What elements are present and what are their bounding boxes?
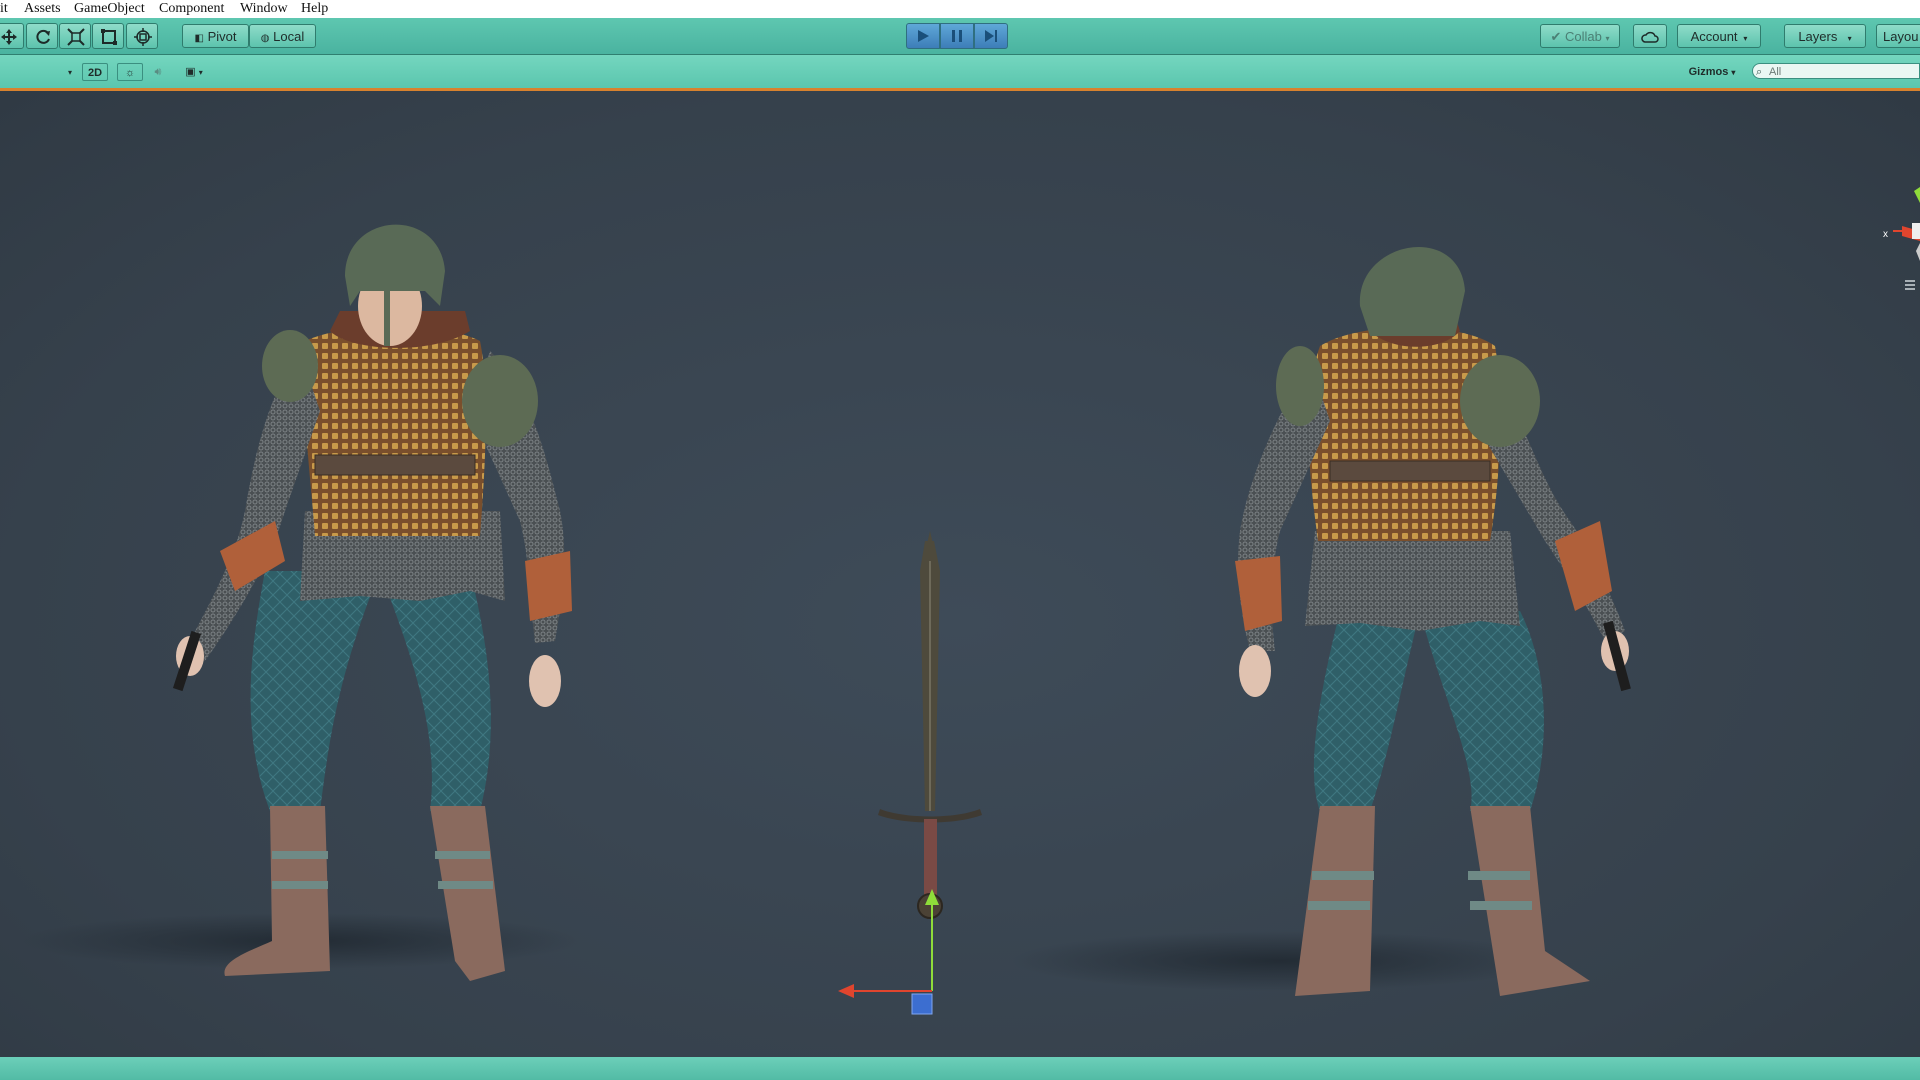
- svg-text:x: x: [1883, 229, 1888, 240]
- rotate-icon: [36, 29, 50, 44]
- globe-icon: ◍: [260, 33, 270, 44]
- menu-edit[interactable]: it: [0, 0, 8, 17]
- local-label: Local: [273, 29, 305, 44]
- orientation-gizmo[interactable]: x: [1883, 187, 1920, 290]
- pivot-label: Pivot: [207, 29, 237, 44]
- collab-dropdown[interactable]: ✔ Collab ▾: [1540, 24, 1620, 48]
- character-back-view[interactable]: [1010, 247, 1631, 996]
- menu-component[interactable]: Component: [159, 0, 224, 17]
- audio-toggle-button[interactable]: 🔊︎: [145, 63, 171, 81]
- account-label: Account: [1690, 29, 1738, 44]
- pause-button[interactable]: [940, 23, 974, 49]
- collab-label: Collab: [1565, 29, 1602, 44]
- layout-dropdown[interactable]: Layou: [1876, 24, 1920, 48]
- check-icon: ✔: [1550, 29, 1562, 44]
- layout-label: Layou: [1883, 29, 1919, 44]
- play-button[interactable]: [906, 23, 940, 49]
- rotate-tool-button[interactable]: [26, 23, 58, 49]
- speaker-icon: 🔊︎: [154, 66, 162, 78]
- main-toolbar: ◧ Pivot ◍ Local ✔ Collab ▾ Account ▾ Lay…: [0, 18, 1920, 55]
- cloud-icon: [1641, 31, 1659, 43]
- 2d-toggle-button[interactable]: 2D: [82, 63, 108, 81]
- scene-render: x: [20, 187, 1920, 1015]
- character-front-view[interactable]: [20, 224, 580, 981]
- chevron-down-icon: ▾: [1840, 34, 1852, 43]
- sun-icon: ☼: [124, 67, 136, 79]
- 2d-label: 2D: [87, 67, 103, 79]
- scale-icon: [67, 28, 85, 46]
- chevron-down-icon: ▾: [198, 68, 203, 77]
- chevron-down-icon: ▾: [1741, 34, 1748, 43]
- menu-assets[interactable]: Assets: [24, 0, 61, 17]
- effects-dropdown[interactable]: ▣ ▾: [175, 63, 213, 81]
- menu-gameobject[interactable]: GameObject: [74, 0, 145, 17]
- image-icon: ▣: [185, 66, 196, 78]
- gizmos-label: Gizmos: [1688, 66, 1729, 78]
- play-icon: [918, 30, 929, 42]
- account-dropdown[interactable]: Account ▾: [1677, 24, 1761, 48]
- menu-window[interactable]: Window: [240, 0, 288, 17]
- rect-tool-button[interactable]: [92, 23, 124, 49]
- gizmos-dropdown[interactable]: Gizmos ▾: [1684, 63, 1740, 81]
- scene-toolbar: ▾ 2D ☼ 🔊︎ ▣ ▾ Gizmos ▾ ⌕ All: [0, 55, 1920, 91]
- chevron-down-icon: ▾: [1605, 34, 1610, 43]
- shading-mode-dropdown[interactable]: ▾: [0, 63, 76, 81]
- transform-tool-button[interactable]: [126, 23, 158, 49]
- local-toggle-button[interactable]: ◍ Local: [249, 24, 316, 48]
- layers-dropdown[interactable]: Layers ▾: [1784, 24, 1866, 48]
- scene-viewport[interactable]: x: [0, 91, 1920, 1057]
- status-bar: [0, 1057, 1920, 1080]
- lighting-toggle-button[interactable]: ☼: [117, 63, 143, 81]
- layers-label: Layers: [1798, 29, 1838, 44]
- cloud-button[interactable]: [1633, 24, 1667, 48]
- pivot-toggle-button[interactable]: ◧ Pivot: [182, 24, 249, 48]
- search-icon: ⌕: [1756, 66, 1763, 78]
- menu-bar: it Assets GameObject Component Window He…: [0, 0, 1920, 18]
- chevron-down-icon: ▾: [67, 68, 72, 77]
- move-tool-button[interactable]: [0, 23, 24, 49]
- sword-model[interactable]: [878, 531, 982, 919]
- pivot-icon: ◧: [194, 33, 204, 44]
- step-button[interactable]: [974, 23, 1008, 49]
- scale-tool-button[interactable]: [59, 23, 91, 49]
- scene-search-input[interactable]: ⌕ All: [1752, 63, 1920, 79]
- menu-help[interactable]: Help: [301, 0, 328, 17]
- step-icon: [985, 30, 997, 42]
- rect-transform-icon: [101, 29, 117, 45]
- chevron-down-icon: ▾: [1731, 68, 1736, 77]
- combined-transform-icon: [134, 28, 152, 46]
- search-placeholder: All: [1769, 66, 1782, 78]
- pause-icon: [952, 30, 962, 42]
- move-icon: [1, 29, 17, 45]
